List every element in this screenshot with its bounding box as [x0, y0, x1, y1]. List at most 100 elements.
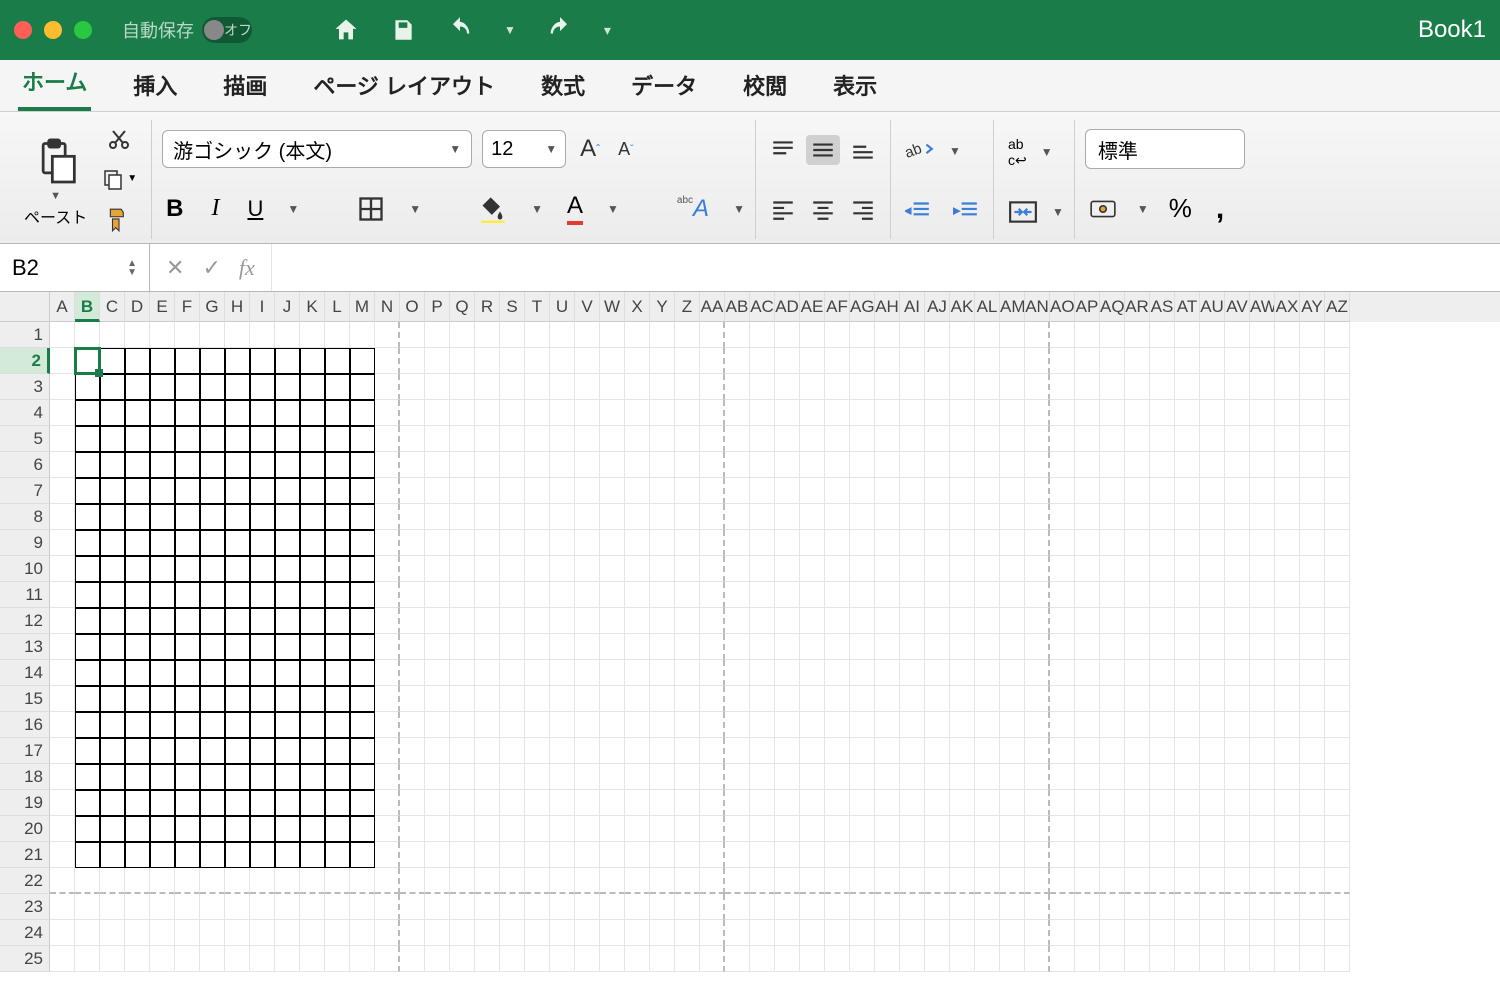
cell[interactable]: [1225, 738, 1250, 764]
cell[interactable]: [850, 478, 875, 504]
cell[interactable]: [250, 322, 275, 348]
cell[interactable]: [950, 634, 975, 660]
cell[interactable]: [1325, 712, 1350, 738]
cell[interactable]: [675, 348, 700, 374]
cell[interactable]: [175, 946, 200, 972]
cell[interactable]: [1125, 452, 1150, 478]
cell[interactable]: [475, 816, 500, 842]
cell[interactable]: [1200, 816, 1225, 842]
cell[interactable]: [800, 660, 825, 686]
cell[interactable]: [550, 634, 575, 660]
cell[interactable]: [225, 426, 250, 452]
name-box[interactable]: B2 ▲▼: [0, 244, 150, 291]
cell[interactable]: [1100, 842, 1125, 868]
cell[interactable]: [850, 686, 875, 712]
col-header[interactable]: X: [625, 292, 650, 322]
cell[interactable]: [800, 842, 825, 868]
cell[interactable]: [1300, 608, 1325, 634]
cell[interactable]: [1225, 790, 1250, 816]
row-header[interactable]: 9: [0, 530, 50, 556]
cell[interactable]: [650, 790, 675, 816]
cell[interactable]: [1250, 452, 1275, 478]
col-header[interactable]: AJ: [925, 292, 950, 322]
cell[interactable]: [375, 374, 400, 400]
cell[interactable]: [1325, 530, 1350, 556]
cell[interactable]: [600, 790, 625, 816]
cell[interactable]: [850, 400, 875, 426]
cell[interactable]: [1125, 400, 1150, 426]
cell[interactable]: [875, 348, 900, 374]
cell[interactable]: [300, 946, 325, 972]
cell[interactable]: [850, 660, 875, 686]
cell[interactable]: [725, 634, 750, 660]
cell[interactable]: [1175, 322, 1200, 348]
cell[interactable]: [1100, 634, 1125, 660]
cell[interactable]: [1175, 920, 1200, 946]
cell[interactable]: [800, 374, 825, 400]
col-header[interactable]: AM: [1000, 292, 1025, 322]
cell[interactable]: [275, 868, 300, 894]
cell[interactable]: [975, 322, 1000, 348]
cell[interactable]: [1075, 920, 1100, 946]
cell[interactable]: [225, 530, 250, 556]
cell[interactable]: [1200, 426, 1225, 452]
cell[interactable]: [550, 322, 575, 348]
col-header[interactable]: AB: [725, 292, 750, 322]
cell[interactable]: [850, 738, 875, 764]
cell[interactable]: [575, 764, 600, 790]
cell[interactable]: [325, 790, 350, 816]
cell[interactable]: [575, 426, 600, 452]
cell[interactable]: [825, 894, 850, 920]
cell[interactable]: [950, 816, 975, 842]
cell[interactable]: [300, 426, 325, 452]
cell[interactable]: [150, 842, 175, 868]
cell[interactable]: [1150, 816, 1175, 842]
cell[interactable]: [450, 634, 475, 660]
cell[interactable]: [850, 530, 875, 556]
cell[interactable]: [475, 920, 500, 946]
cell[interactable]: [1325, 608, 1350, 634]
cell[interactable]: [1050, 504, 1075, 530]
cell[interactable]: [625, 582, 650, 608]
cell[interactable]: [225, 868, 250, 894]
cell[interactable]: [125, 790, 150, 816]
cell[interactable]: [150, 426, 175, 452]
cell[interactable]: [1050, 556, 1075, 582]
cell[interactable]: [500, 764, 525, 790]
cell[interactable]: [275, 556, 300, 582]
cell[interactable]: [50, 686, 75, 712]
cell[interactable]: [325, 868, 350, 894]
cell[interactable]: [200, 712, 225, 738]
cell[interactable]: [925, 920, 950, 946]
cell[interactable]: [625, 686, 650, 712]
cell[interactable]: [1300, 374, 1325, 400]
cell[interactable]: [600, 426, 625, 452]
cell[interactable]: [1075, 790, 1100, 816]
cell[interactable]: [125, 660, 150, 686]
cell[interactable]: [775, 452, 800, 478]
col-header[interactable]: S: [500, 292, 525, 322]
cell[interactable]: [850, 504, 875, 530]
cell[interactable]: [725, 790, 750, 816]
cell[interactable]: [525, 556, 550, 582]
cell[interactable]: [75, 868, 100, 894]
cell[interactable]: [675, 790, 700, 816]
cell[interactable]: [175, 764, 200, 790]
cell[interactable]: [125, 738, 150, 764]
cell[interactable]: [100, 920, 125, 946]
cell[interactable]: [1175, 946, 1200, 972]
cell[interactable]: [300, 712, 325, 738]
cell[interactable]: [325, 582, 350, 608]
cell[interactable]: [575, 634, 600, 660]
cell[interactable]: [1050, 842, 1075, 868]
merge-cells-icon[interactable]: [1004, 196, 1042, 228]
cell[interactable]: [1325, 738, 1350, 764]
cell[interactable]: [125, 478, 150, 504]
cell[interactable]: [775, 738, 800, 764]
cell[interactable]: [650, 400, 675, 426]
cell[interactable]: [850, 894, 875, 920]
cell[interactable]: [1050, 582, 1075, 608]
cell[interactable]: [1250, 348, 1275, 374]
row-header[interactable]: 2: [0, 348, 50, 374]
cell[interactable]: [900, 608, 925, 634]
